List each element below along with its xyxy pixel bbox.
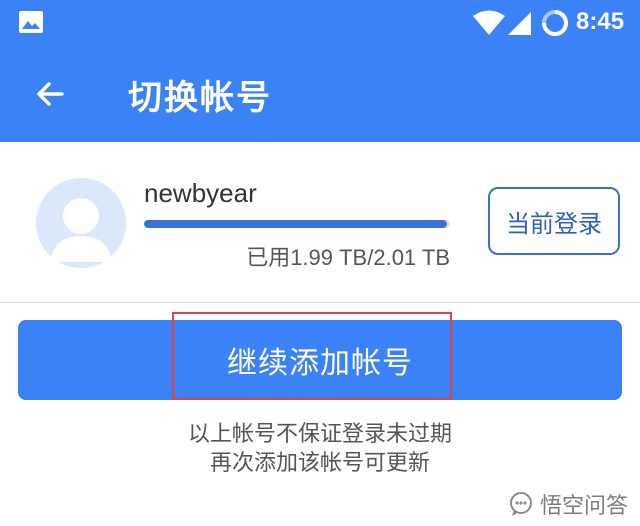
account-row: newbyear 已用1.99 TB/2.01 TB 当前登录 — [0, 142, 640, 302]
note-line-2: 再次添加该帐号可更新 — [209, 451, 430, 476]
note-text: 以上帐号不保证登录未过期 再次添加该帐号可更新 — [0, 420, 640, 478]
status-time: 8:45 — [576, 8, 625, 35]
divider — [0, 302, 640, 303]
current-login-button[interactable]: 当前登录 — [488, 187, 620, 255]
toolbar: 切换帐号 — [0, 48, 640, 142]
watermark: 悟空问答 — [508, 488, 628, 520]
page-title: 切换帐号 — [128, 78, 272, 118]
storage-usage-text: 已用1.99 TB/2.01 TB — [246, 245, 450, 270]
default-avatar-icon — [36, 178, 126, 268]
watermark-text: 悟空问答 — [539, 494, 628, 519]
note-line-1: 以上帐号不保证登录未过期 — [187, 422, 452, 447]
status-bar: 8:45 — [0, 0, 640, 48]
app-header: 8:45 切换帐号 — [0, 0, 640, 142]
cell-signal-icon — [508, 12, 531, 35]
image-icon — [19, 11, 43, 33]
username: newbyear — [144, 178, 257, 208]
arrow-left-icon[interactable] — [32, 76, 68, 112]
add-account-button[interactable]: 继续添加帐号 — [18, 320, 622, 400]
storage-progress-bar — [144, 220, 450, 228]
battery-ring-icon — [542, 10, 568, 36]
wifi-icon — [473, 10, 505, 35]
storage-progress-fill — [144, 220, 447, 228]
chat-bubble-icon — [509, 492, 532, 516]
